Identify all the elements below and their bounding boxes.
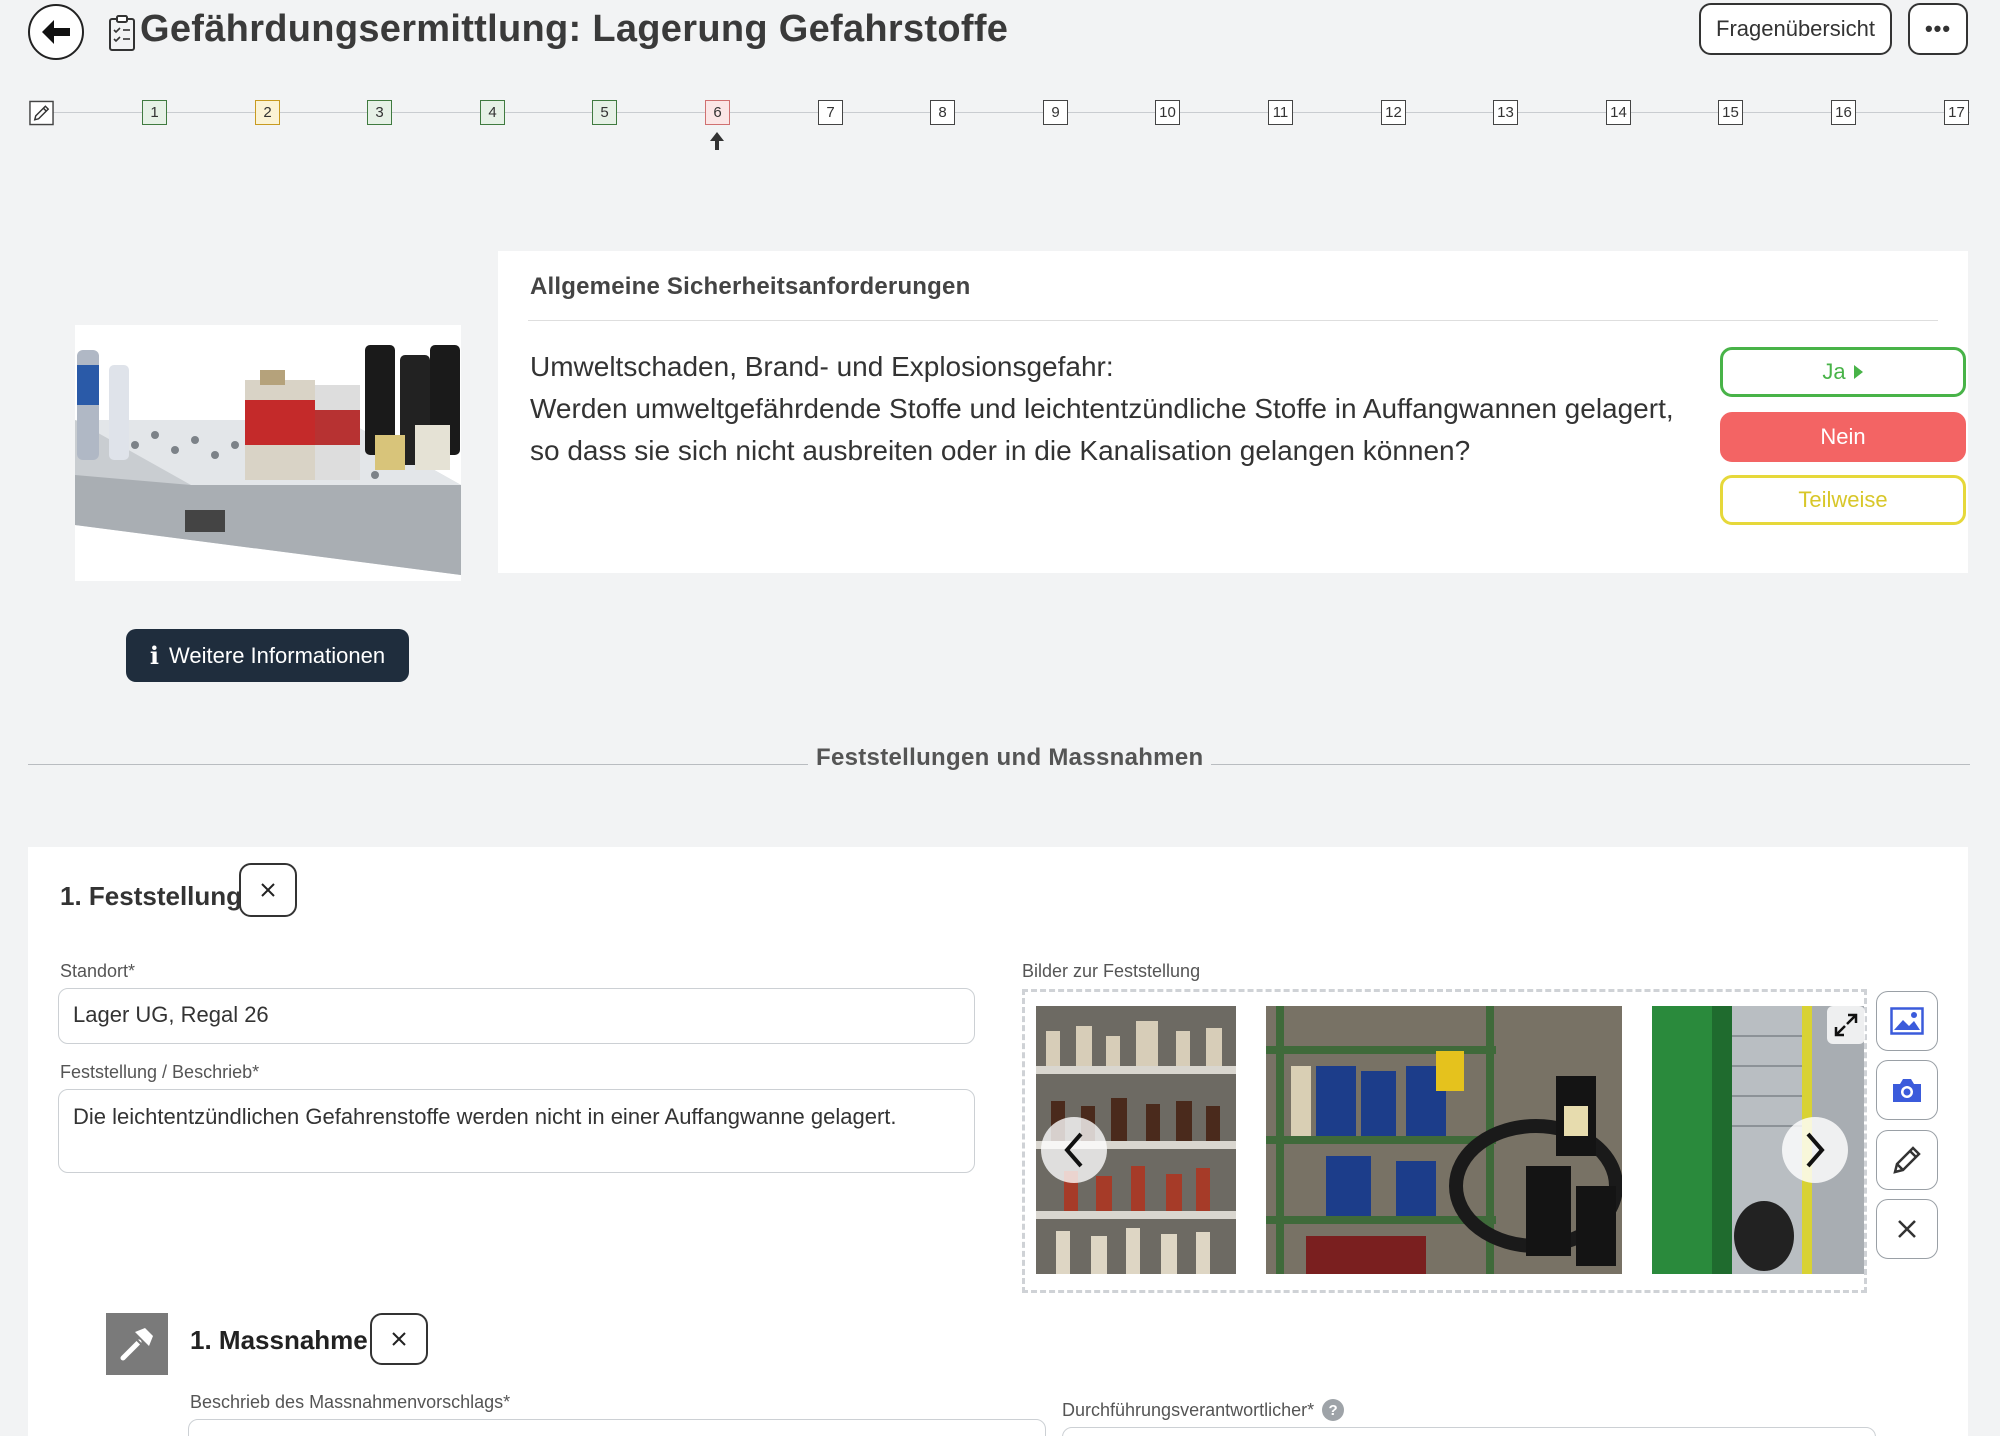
step-9[interactable]: 9 bbox=[1043, 100, 1068, 125]
question-card: Allgemeine Sicherheitsanforderungen Umwe… bbox=[498, 251, 1968, 573]
finding-title: 1. Feststellung bbox=[60, 881, 243, 911]
question-section-title: Allgemeine Sicherheitsanforderungen bbox=[530, 273, 971, 300]
step-10[interactable]: 10 bbox=[1155, 100, 1180, 125]
delete-image-button[interactable] bbox=[1876, 1199, 1938, 1259]
responsible-label: Durchführungsverantwortlicher* bbox=[1062, 1399, 1315, 1420]
play-arrow-icon bbox=[1853, 365, 1863, 379]
pencil-icon bbox=[29, 100, 54, 125]
answer-yes-label: Ja bbox=[1822, 359, 1846, 384]
image-icon bbox=[1890, 1007, 1924, 1035]
take-photo-button[interactable] bbox=[1876, 1060, 1938, 1120]
answer-no-button[interactable]: Nein bbox=[1720, 412, 1966, 462]
clipboard-checklist-icon bbox=[109, 15, 135, 51]
question-separator bbox=[528, 320, 1938, 321]
current-step-arrow-icon bbox=[710, 132, 724, 150]
chevron-right-icon bbox=[1806, 1132, 1825, 1168]
finding-card: 1. Feststellung Standort* Lager UG, Rega… bbox=[28, 847, 1968, 1436]
remove-measure-button[interactable] bbox=[370, 1313, 428, 1365]
expand-icon bbox=[1834, 1013, 1858, 1037]
location-input[interactable]: Lager UG, Regal 26 bbox=[58, 988, 975, 1044]
expand-image-button[interactable] bbox=[1827, 1006, 1865, 1044]
arrow-left-icon bbox=[42, 20, 70, 44]
chevron-left-icon bbox=[1064, 1132, 1083, 1168]
close-icon bbox=[261, 883, 275, 897]
pencil-icon bbox=[1893, 1146, 1921, 1174]
carousel-next-button[interactable] bbox=[1782, 1117, 1848, 1183]
more-options-button[interactable]: ••• bbox=[1908, 3, 1968, 55]
back-button[interactable] bbox=[28, 4, 84, 60]
question-illustration-image bbox=[75, 325, 461, 581]
step-3[interactable]: 3 bbox=[367, 100, 392, 125]
measure-title: 1. Massnahme bbox=[190, 1325, 368, 1355]
finding-description-textarea[interactable]: Die leichtentzündlichen Gefahrenstoffe w… bbox=[58, 1089, 975, 1173]
step-12[interactable]: 12 bbox=[1381, 100, 1406, 125]
step-16[interactable]: 16 bbox=[1831, 100, 1856, 125]
more-information-button[interactable]: i Weitere Informationen bbox=[126, 629, 409, 682]
step-14[interactable]: 14 bbox=[1606, 100, 1631, 125]
step-7[interactable]: 7 bbox=[818, 100, 843, 125]
edit-step-button[interactable] bbox=[29, 100, 54, 125]
location-label: Standort* bbox=[60, 961, 136, 981]
question-text: Umweltschaden, Brand- und Explosionsgefa… bbox=[530, 346, 1710, 472]
question-overview-button[interactable]: Fragenübersicht bbox=[1699, 3, 1892, 55]
step-5[interactable]: 5 bbox=[592, 100, 617, 125]
step-6[interactable]: 6 bbox=[705, 100, 730, 125]
close-icon bbox=[1898, 1220, 1916, 1238]
step-13[interactable]: 13 bbox=[1493, 100, 1518, 125]
finding-images-label: Bilder zur Feststellung bbox=[1022, 961, 1201, 981]
step-15[interactable]: 15 bbox=[1718, 100, 1743, 125]
responsible-label-row: Durchführungsverantwortlicher* ? bbox=[1062, 1399, 1345, 1421]
camera-icon bbox=[1893, 1079, 1921, 1102]
help-icon[interactable]: ? bbox=[1322, 1399, 1345, 1421]
remove-finding-button[interactable] bbox=[239, 863, 297, 917]
step-1[interactable]: 1 bbox=[142, 100, 167, 125]
question-line-3: so dass sie sich nicht ausbreiten oder i… bbox=[530, 435, 1471, 466]
upload-image-button[interactable] bbox=[1876, 991, 1938, 1051]
step-8[interactable]: 8 bbox=[930, 100, 955, 125]
carousel-prev-button[interactable] bbox=[1041, 1117, 1107, 1183]
close-icon bbox=[392, 1332, 406, 1346]
step-11[interactable]: 11 bbox=[1268, 100, 1293, 125]
step-17[interactable]: 17 bbox=[1944, 100, 1969, 125]
responsible-input[interactable] bbox=[1062, 1427, 1876, 1436]
step-4[interactable]: 4 bbox=[480, 100, 505, 125]
stepper-track bbox=[44, 112, 1970, 113]
answer-yes-button[interactable]: Ja bbox=[1720, 347, 1966, 397]
more-information-label: Weitere Informationen bbox=[169, 642, 386, 668]
step-2[interactable]: 2 bbox=[255, 100, 280, 125]
hammer-icon bbox=[106, 1313, 168, 1375]
question-line-1: Umweltschaden, Brand- und Explosionsgefa… bbox=[530, 351, 1114, 382]
page-title: Gefährdungsermittlung: Lagerung Gefahrst… bbox=[140, 8, 1009, 50]
image-carousel bbox=[1022, 989, 1867, 1293]
findings-section-title: Feststellungen und Massnahmen bbox=[808, 744, 1212, 772]
measure-description-label: Beschrieb des Massnahmenvorschlags* bbox=[190, 1392, 511, 1412]
finding-description-label: Feststellung / Beschrieb* bbox=[60, 1062, 260, 1082]
info-icon: i bbox=[149, 641, 160, 670]
answer-partial-button[interactable]: Teilweise bbox=[1720, 475, 1966, 525]
finding-photo-2[interactable] bbox=[1266, 1006, 1622, 1274]
question-line-2: Werden umweltgefährdende Stoffe und leic… bbox=[530, 393, 1674, 424]
edit-image-button[interactable] bbox=[1876, 1130, 1938, 1190]
measure-description-input[interactable] bbox=[188, 1419, 1046, 1436]
